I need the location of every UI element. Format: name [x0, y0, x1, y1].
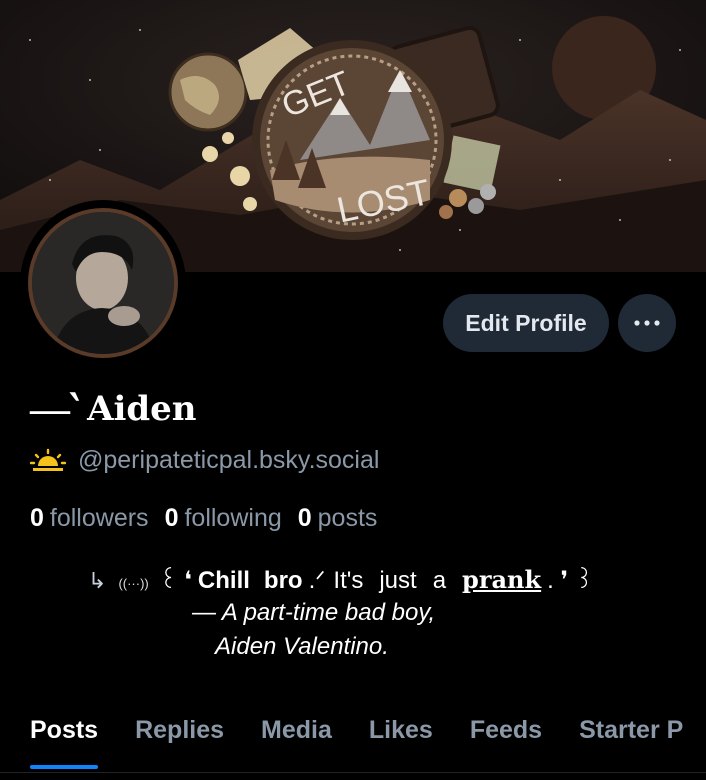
- bio-word-just: just: [379, 567, 417, 594]
- bio-close-quote: . ❜ ꒱: [547, 567, 594, 594]
- handle-row: @peripateticpal.bsky.social: [30, 446, 379, 475]
- posts-count: 0: [297, 504, 312, 532]
- bio-word-a: a: [432, 567, 447, 594]
- profile-stats: 0 followers 0 following 0 posts: [30, 504, 393, 533]
- bio-line-2: — A part-time bad boy,: [192, 599, 436, 626]
- followers-stat[interactable]: 0 followers: [30, 504, 149, 533]
- posts-stat: 0 posts: [298, 504, 378, 533]
- bio-open-quote: ꒰ ❛: [158, 567, 192, 594]
- bio-word-chill: Chill: [197, 567, 250, 594]
- bio-word-bro: bro: [263, 567, 303, 594]
- bio-word-prank: prank: [462, 565, 542, 594]
- followers-label: followers: [49, 504, 149, 532]
- reply-arrow-icon: ↳: [88, 568, 107, 593]
- display-name: Aiden: [87, 389, 197, 429]
- tab-replies[interactable]: Replies: [135, 700, 224, 774]
- posts-label: posts: [317, 504, 378, 532]
- following-label: following: [184, 504, 282, 532]
- tab-likes[interactable]: Likes: [369, 700, 433, 774]
- bio-line-1: ↳ ((···)) ꒰ ❛ Chill bro .ᐟ It's just a p…: [88, 562, 594, 595]
- following-count: 0: [164, 504, 179, 532]
- more-horizontal-icon: [634, 320, 660, 326]
- tab-media[interactable]: Media: [261, 700, 332, 774]
- bio-small-text: ((···)): [118, 576, 149, 591]
- profile-tabs: Posts Replies Media Likes Feeds Starter …: [0, 700, 706, 774]
- profile-bio: ↳ ((···)) ꒰ ❛ Chill bro .ᐟ It's just a p…: [88, 562, 594, 661]
- avatar[interactable]: [20, 200, 186, 366]
- tab-starter-packs[interactable]: Starter P: [579, 700, 683, 774]
- followers-count: 0: [30, 504, 44, 532]
- following-stat[interactable]: 0 following: [165, 504, 282, 533]
- tab-posts[interactable]: Posts: [30, 700, 99, 774]
- tab-divider: [0, 772, 706, 773]
- bio-slash: .ᐟ: [308, 567, 326, 594]
- name-decoration: —‵: [30, 386, 80, 431]
- bio-line-3: Aiden Valentino.: [215, 633, 389, 660]
- edit-profile-button[interactable]: Edit Profile: [443, 294, 609, 352]
- avatar-photo: [28, 208, 178, 358]
- user-handle[interactable]: @peripateticpal.bsky.social: [78, 446, 379, 475]
- bio-word-its: It's: [333, 567, 364, 594]
- more-options-button[interactable]: [618, 294, 676, 352]
- tab-feeds[interactable]: Feeds: [470, 700, 542, 774]
- display-name-row: —‵ Aiden: [30, 386, 197, 432]
- sunset-icon: [30, 448, 66, 471]
